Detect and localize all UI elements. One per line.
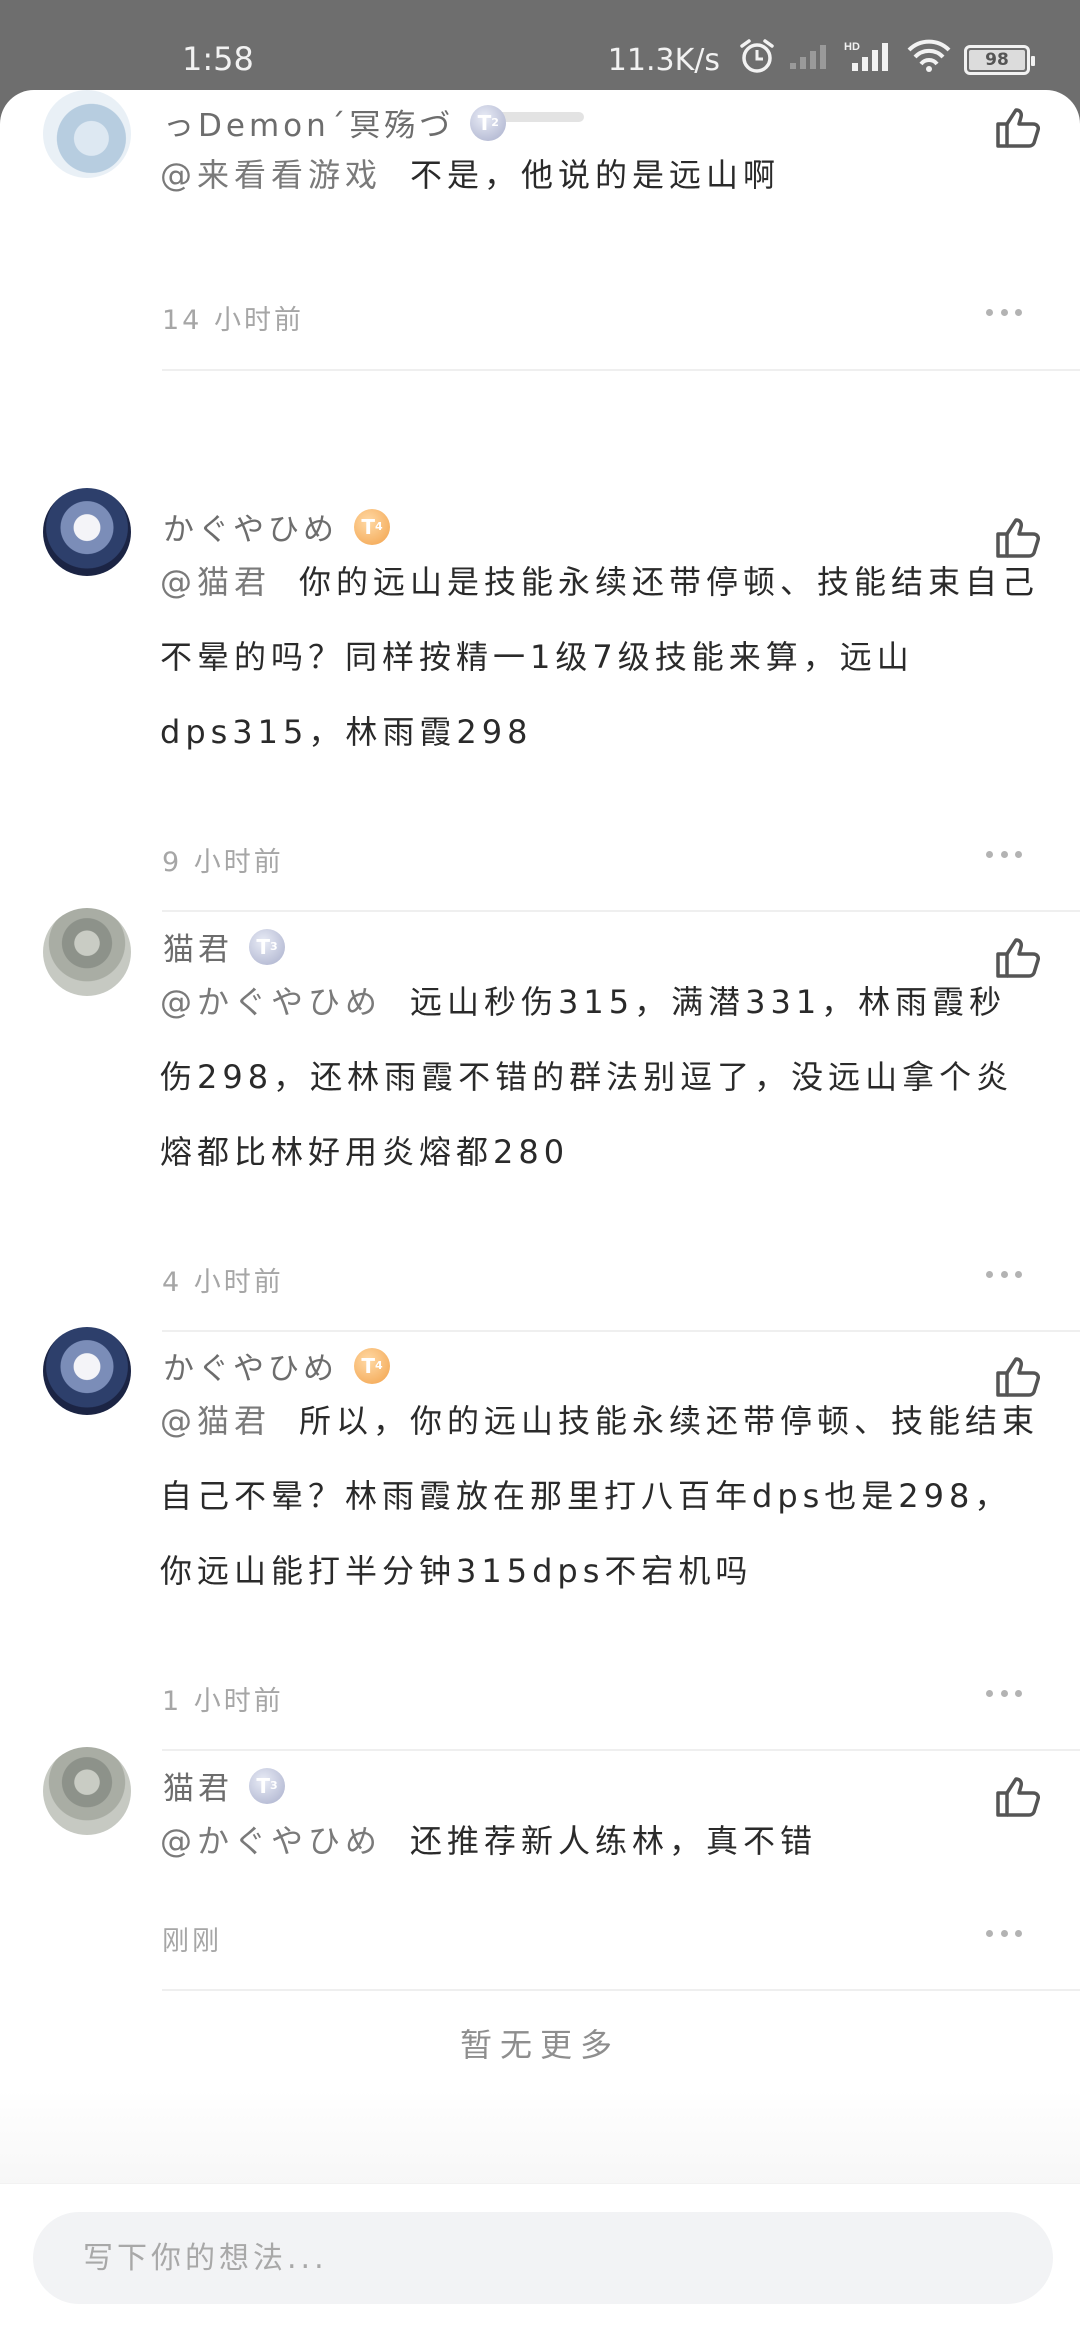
- svg-text:HD: HD: [844, 41, 860, 53]
- comment-text: @かぐやひめ 远山秒伤315，满潜331，林雨霞秒伤298，还林雨霞不错的群法别逗…: [160, 983, 1014, 1171]
- username: 猫君: [163, 932, 233, 968]
- divider: [162, 1989, 1080, 1991]
- avatar[interactable]: [43, 908, 131, 996]
- more-options-icon[interactable]: [986, 1690, 1022, 1698]
- level-badge: T3: [249, 1767, 285, 1804]
- avatar[interactable]: [43, 1747, 131, 1835]
- comment-time: 4 小时前: [162, 1267, 284, 1298]
- signal-weak-icon: [788, 41, 832, 79]
- comment-author[interactable]: かぐやひめ T4: [163, 504, 390, 549]
- drag-handle[interactable]: [494, 112, 584, 122]
- mention-link[interactable]: @かぐやひめ: [160, 1822, 382, 1860]
- divider: [162, 369, 1080, 371]
- status-bar: 1:58 11.3K/s HD 98: [0, 0, 1080, 90]
- comment-text: @かぐやひめ 还推荐新人练林，真不错: [160, 1822, 818, 1860]
- comments-sheet: っDemon´冥殇づ T2 @来看看游戏 不是，他说的是远山啊 14 小时前 かぐ…: [0, 90, 1080, 2340]
- comment-text: @猫君 你的远山是技能永续还带停顿、技能结束自己不晕的吗？同样按精一1级7级技能来…: [160, 563, 1040, 751]
- more-options-icon[interactable]: [986, 851, 1022, 859]
- signal-hd-icon: HD: [844, 39, 894, 81]
- comment-author[interactable]: 猫君 T3: [163, 924, 285, 969]
- comment-input[interactable]: [33, 2212, 1053, 2304]
- comment-author[interactable]: かぐやひめ T4: [163, 1343, 390, 1388]
- footer-fade: [0, 2090, 1080, 2183]
- battery-icon: 98: [964, 45, 1035, 75]
- comment-time: 9 小时前: [162, 847, 284, 878]
- mention-link[interactable]: @来看看游戏: [160, 156, 382, 194]
- divider: [162, 1330, 1080, 1332]
- divider: [162, 910, 1080, 912]
- comment-time: 1 小时前: [162, 1686, 284, 1717]
- level-badge: T2: [470, 104, 507, 141]
- username: かぐやひめ: [163, 512, 338, 548]
- username: かぐやひめ: [163, 1351, 338, 1387]
- net-speed: 11.3K/s: [607, 42, 720, 78]
- more-options-icon[interactable]: [986, 1930, 1022, 1938]
- alarm-icon: [738, 38, 776, 82]
- more-options-icon[interactable]: [986, 1271, 1022, 1279]
- mention-link[interactable]: @かぐやひめ: [160, 983, 382, 1021]
- battery-level: 98: [985, 50, 1009, 70]
- status-icons: 11.3K/s HD 98: [607, 38, 1035, 82]
- comment-time: 14 小时前: [162, 305, 304, 336]
- mention-link[interactable]: @猫君: [160, 563, 271, 601]
- wifi-icon: [906, 39, 952, 81]
- avatar[interactable]: [43, 90, 131, 178]
- status-time: 1:58: [182, 40, 254, 78]
- avatar[interactable]: [43, 1327, 131, 1415]
- comment-text: @猫君 所以，你的远山技能永续还带停顿、技能结束自己不晕？林雨霞放在那里打八百年d…: [160, 1402, 1040, 1590]
- comment-text: @来看看游戏 不是，他说的是远山啊: [160, 156, 781, 194]
- comment-time: 刚刚: [162, 1926, 222, 1957]
- mention-link[interactable]: @猫君: [160, 1402, 271, 1440]
- comment-input-bar: [0, 2183, 1080, 2340]
- level-badge: T4: [354, 1347, 390, 1384]
- more-options-icon[interactable]: [986, 309, 1022, 317]
- divider: [162, 1749, 1080, 1751]
- avatar[interactable]: [43, 488, 131, 576]
- level-badge: T4: [354, 508, 390, 545]
- level-badge: T3: [249, 928, 285, 965]
- comment-author[interactable]: 猫君 T3: [163, 1763, 285, 1808]
- no-more-label: 暂无更多: [459, 2026, 620, 2064]
- username: 猫君: [163, 1771, 233, 1807]
